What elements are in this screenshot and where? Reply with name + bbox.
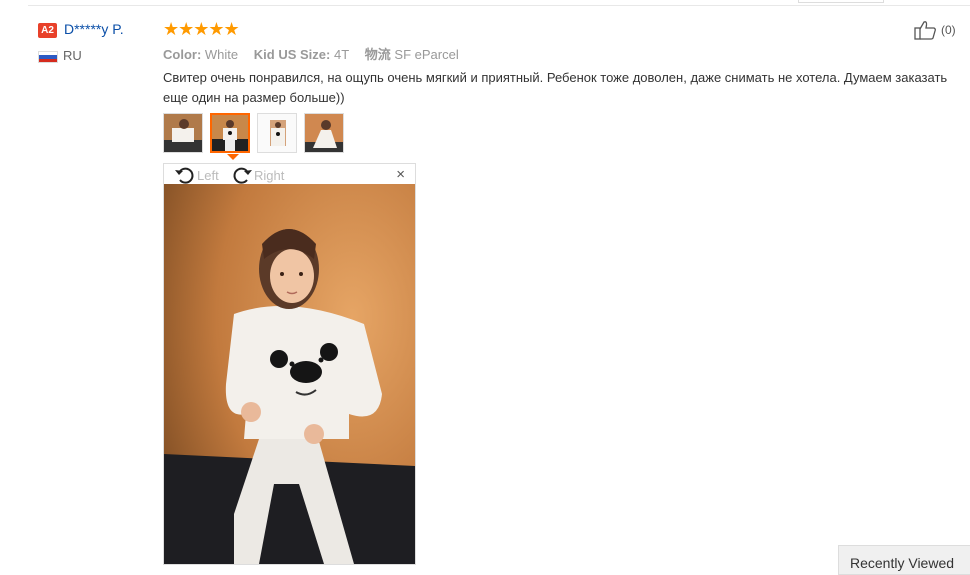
- close-icon[interactable]: ×: [396, 166, 405, 183]
- photo-thumbnail[interactable]: [163, 113, 203, 153]
- selected-thumbnail-pointer: [227, 154, 239, 160]
- attr-logistics-value: SF eParcel: [394, 47, 459, 62]
- reviewer-country: RU: [63, 48, 82, 63]
- photo-thumbnails: [163, 113, 351, 153]
- attr-size-value: 4T: [333, 47, 350, 62]
- photo-thumbnail[interactable]: [257, 113, 297, 153]
- rotate-right-button[interactable]: Right: [231, 166, 284, 184]
- photo-thumbnail-selected[interactable]: [210, 113, 250, 153]
- reviewer-name[interactable]: D*****y P.: [64, 21, 124, 37]
- review-photo: [164, 184, 415, 564]
- thumbs-up-icon: [914, 21, 936, 40]
- order-attributes: Color: White Kid US Size: 4T 物流 SF eParc…: [163, 44, 471, 63]
- rotate-left-button[interactable]: Left: [174, 166, 219, 184]
- star-rating: ★★★★★: [163, 19, 240, 39]
- top-control[interactable]: [798, 0, 884, 3]
- rotate-right-label: Right: [254, 167, 285, 183]
- level-badge: A2: [38, 23, 57, 38]
- rotate-left-icon: [175, 167, 194, 184]
- photo-thumbnail[interactable]: [304, 113, 344, 153]
- photo-viewer: Left Right ×: [163, 163, 416, 565]
- helpful-button[interactable]: (0): [914, 20, 956, 40]
- divider: [28, 5, 970, 6]
- recently-viewed-tab[interactable]: Recently Viewed: [838, 545, 970, 575]
- viewer-toolbar: Left Right ×: [164, 164, 415, 184]
- attr-color-value: White: [204, 47, 239, 62]
- attr-logistics-key: 物流: [364, 47, 391, 62]
- rotate-left-label: Left: [197, 167, 219, 183]
- russia-flag-icon: [38, 51, 58, 63]
- attr-size-key: Kid US Size:: [253, 47, 331, 62]
- rotate-right-icon: [233, 167, 252, 184]
- review-text: Свитер очень понравился, на ощупь очень …: [163, 70, 948, 105]
- helpful-count: (0): [941, 23, 956, 37]
- attr-color-key: Color:: [163, 47, 202, 62]
